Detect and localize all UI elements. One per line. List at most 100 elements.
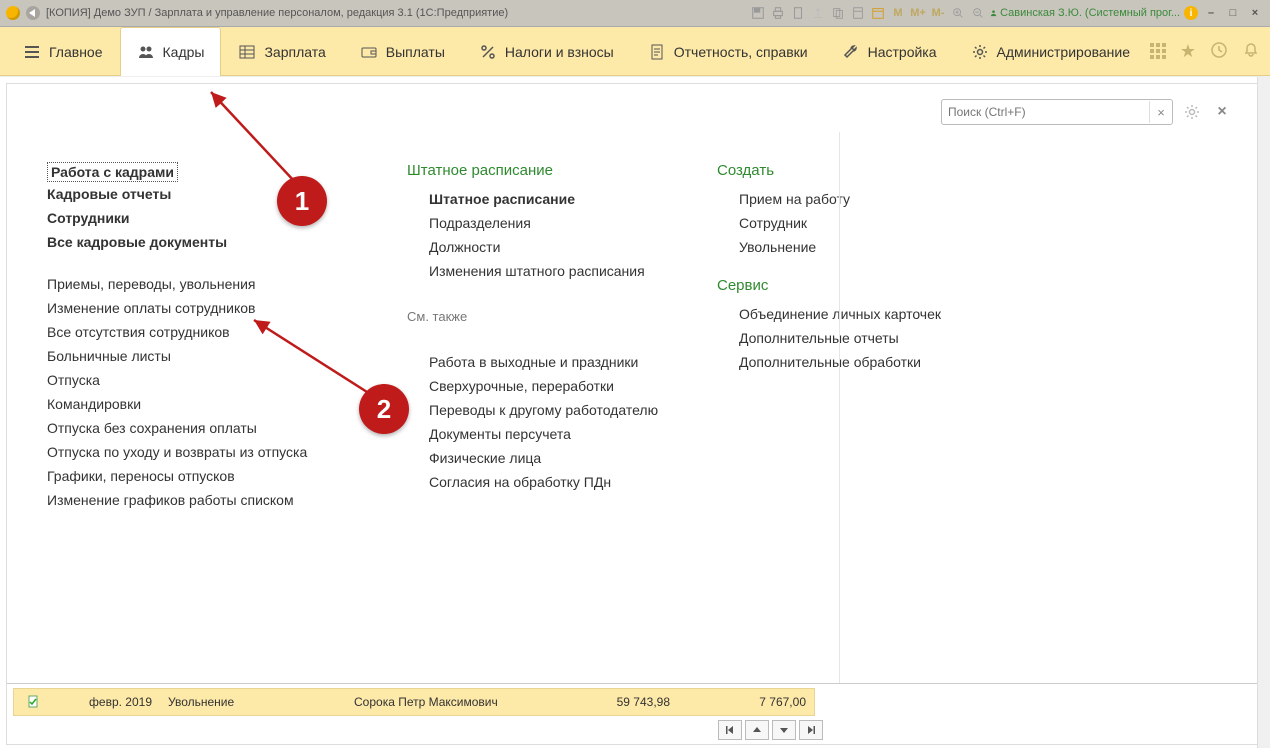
- zoom-out-icon[interactable]: [970, 5, 986, 21]
- nav-kadry[interactable]: Кадры: [120, 27, 222, 76]
- table-icon: [238, 43, 256, 61]
- toolbar-row: × ×: [7, 84, 1263, 132]
- apps-grid-icon[interactable]: [1150, 43, 1166, 59]
- gear-icon: [971, 43, 989, 61]
- menu-icon: [23, 43, 41, 61]
- window-minimize[interactable]: –: [1202, 7, 1220, 19]
- nav-vyplaty[interactable]: Выплаты: [343, 27, 462, 75]
- nav-admin[interactable]: Администрирование: [954, 27, 1148, 75]
- panel-close[interactable]: ×: [1211, 101, 1233, 123]
- link-create-priem[interactable]: Прием на работу: [717, 187, 947, 211]
- zoom-in-icon[interactable]: [950, 5, 966, 21]
- mem-m[interactable]: M: [890, 5, 906, 21]
- link-rabota-vyhodnye[interactable]: Работа в выходные и праздники: [407, 350, 647, 374]
- link-dop-obrabotki[interactable]: Дополнительные обработки: [717, 350, 947, 374]
- search-input[interactable]: [942, 105, 1149, 119]
- row-sum1: 59 743,98: [542, 695, 678, 709]
- callout-2: 2: [359, 384, 409, 434]
- save-icon[interactable]: [750, 5, 766, 21]
- row-period: февр. 2019: [54, 695, 160, 709]
- nav-kadry-label: Кадры: [163, 44, 205, 60]
- back-icon[interactable]: [26, 6, 40, 20]
- people-icon: [137, 43, 155, 61]
- link-izmenenie-oplaty[interactable]: Изменение оплаты сотрудников: [47, 296, 337, 320]
- bell-icon[interactable]: [1242, 41, 1260, 62]
- link-dolzhnosti[interactable]: Должности: [407, 235, 647, 259]
- search-clear[interactable]: ×: [1149, 101, 1172, 123]
- link-vse-kadrovye-dokumenty[interactable]: Все кадровые документы: [47, 230, 337, 254]
- see-also-label: См. также: [407, 309, 647, 324]
- link-perevody-drugomu[interactable]: Переводы к другому работодателю: [407, 398, 647, 422]
- row-posted-icon: [27, 695, 41, 709]
- current-user-link[interactable]: Савинская З.Ю. (Системный прог...: [990, 7, 1180, 19]
- link-sverhurochnye[interactable]: Сверхурочные, переработки: [407, 374, 647, 398]
- wrench-icon: [842, 43, 860, 61]
- calculator-icon[interactable]: [850, 5, 866, 21]
- nav-right-icons: ★: [1150, 27, 1260, 75]
- link-podrazdeleniya[interactable]: Подразделения: [407, 211, 647, 235]
- copy-icon[interactable]: [830, 5, 846, 21]
- nav-otchetnost-label: Отчетность, справки: [674, 44, 808, 60]
- info-icon[interactable]: i: [1184, 6, 1198, 20]
- link-vse-otsutstviya[interactable]: Все отсутствия сотрудников: [47, 320, 337, 344]
- nav-nalogi-label: Налоги и взносы: [505, 44, 614, 60]
- row-type: Увольнение: [160, 695, 346, 709]
- pager-up[interactable]: [745, 720, 769, 740]
- callout-1: 1: [277, 176, 327, 226]
- report-icon: [648, 43, 666, 61]
- group-sozdat: Создать: [717, 162, 947, 179]
- pager-first[interactable]: [718, 720, 742, 740]
- pager-down[interactable]: [772, 720, 796, 740]
- window-close[interactable]: ×: [1246, 7, 1264, 19]
- link-otpuska[interactable]: Отпуска: [47, 368, 337, 392]
- mem-mminus[interactable]: M-: [930, 5, 946, 21]
- window-maximize[interactable]: □: [1224, 7, 1242, 19]
- search-box: ×: [941, 99, 1173, 125]
- table-row[interactable]: февр. 2019 Увольнение Сорока Петр Максим…: [13, 688, 815, 716]
- link-dokumenty-persucheta[interactable]: Документы персучета: [407, 422, 647, 446]
- nav-nastroyka[interactable]: Настройка: [825, 27, 954, 75]
- current-user-label: Савинская З.Ю. (Системный прог...: [1000, 7, 1180, 19]
- link-shtatnoe-raspisanie[interactable]: Штатное расписание: [407, 187, 647, 211]
- app-icon: [6, 6, 20, 20]
- link-soglasiya-pdn[interactable]: Согласия на обработку ПДн: [407, 470, 647, 494]
- nav-admin-label: Администрирование: [997, 44, 1131, 60]
- link-grafiki-perenosy[interactable]: Графики, переносы отпусков: [47, 464, 337, 488]
- link-otpuska-po-uhodu[interactable]: Отпуска по уходу и возвраты из отпуска: [47, 440, 337, 464]
- main-nav: Главное Кадры Зарплата Выплаты Налоги и …: [0, 27, 1270, 76]
- calendar-icon[interactable]: [870, 5, 886, 21]
- nav-zarplata-label: Зарплата: [264, 44, 325, 60]
- workspace: × × Работа с кадрами Кадровые отчеты Сот…: [0, 76, 1270, 748]
- nav-main[interactable]: Главное: [6, 27, 120, 75]
- document-icon[interactable]: [790, 5, 806, 21]
- link-bolnichnye[interactable]: Больничные листы: [47, 344, 337, 368]
- upload-icon[interactable]: [810, 5, 826, 21]
- link-izmeneniya-shr[interactable]: Изменения штатного расписания: [407, 259, 647, 283]
- link-otpuska-bez-sohraneniya[interactable]: Отпуска без сохранения оплаты: [47, 416, 337, 440]
- pager-last[interactable]: [799, 720, 823, 740]
- panel-body: Работа с кадрами Кадровые отчеты Сотрудн…: [7, 132, 1263, 542]
- link-fizlica[interactable]: Физические лица: [407, 446, 647, 470]
- nav-nastroyka-label: Настройка: [868, 44, 937, 60]
- nav-zarplata[interactable]: Зарплата: [221, 27, 342, 75]
- link-izmenenie-grafikov-spiskom[interactable]: Изменение графиков работы списком: [47, 488, 337, 512]
- vertical-divider[interactable]: [839, 132, 840, 744]
- link-komandirovki[interactable]: Командировки: [47, 392, 337, 416]
- bottom-grid: февр. 2019 Увольнение Сорока Петр Максим…: [7, 683, 1263, 744]
- group-servis: Сервис: [717, 277, 947, 294]
- print-icon[interactable]: [770, 5, 786, 21]
- history-icon[interactable]: [1210, 41, 1228, 62]
- nav-otchetnost[interactable]: Отчетность, справки: [631, 27, 825, 75]
- link-obedinenie-kartochek[interactable]: Объединение личных карточек: [717, 302, 947, 326]
- link-create-uvolnenie[interactable]: Увольнение: [717, 235, 947, 259]
- view-settings-icon[interactable]: [1181, 101, 1203, 123]
- mem-mplus[interactable]: M+: [910, 5, 926, 21]
- nav-nalogi[interactable]: Налоги и взносы: [462, 27, 631, 75]
- link-priemy-perevody-uvolneniya[interactable]: Приемы, переводы, увольнения: [47, 272, 337, 296]
- star-icon[interactable]: ★: [1180, 41, 1196, 62]
- link-dop-otchety[interactable]: Дополнительные отчеты: [717, 326, 947, 350]
- vertical-scrollbar[interactable]: [1257, 77, 1270, 748]
- link-create-sotrudnik[interactable]: Сотрудник: [717, 211, 947, 235]
- link-rabota-s-kadrami[interactable]: Работа с кадрами: [47, 162, 178, 182]
- titlebar: [КОПИЯ] Демо ЗУП / Зарплата и управление…: [0, 0, 1270, 27]
